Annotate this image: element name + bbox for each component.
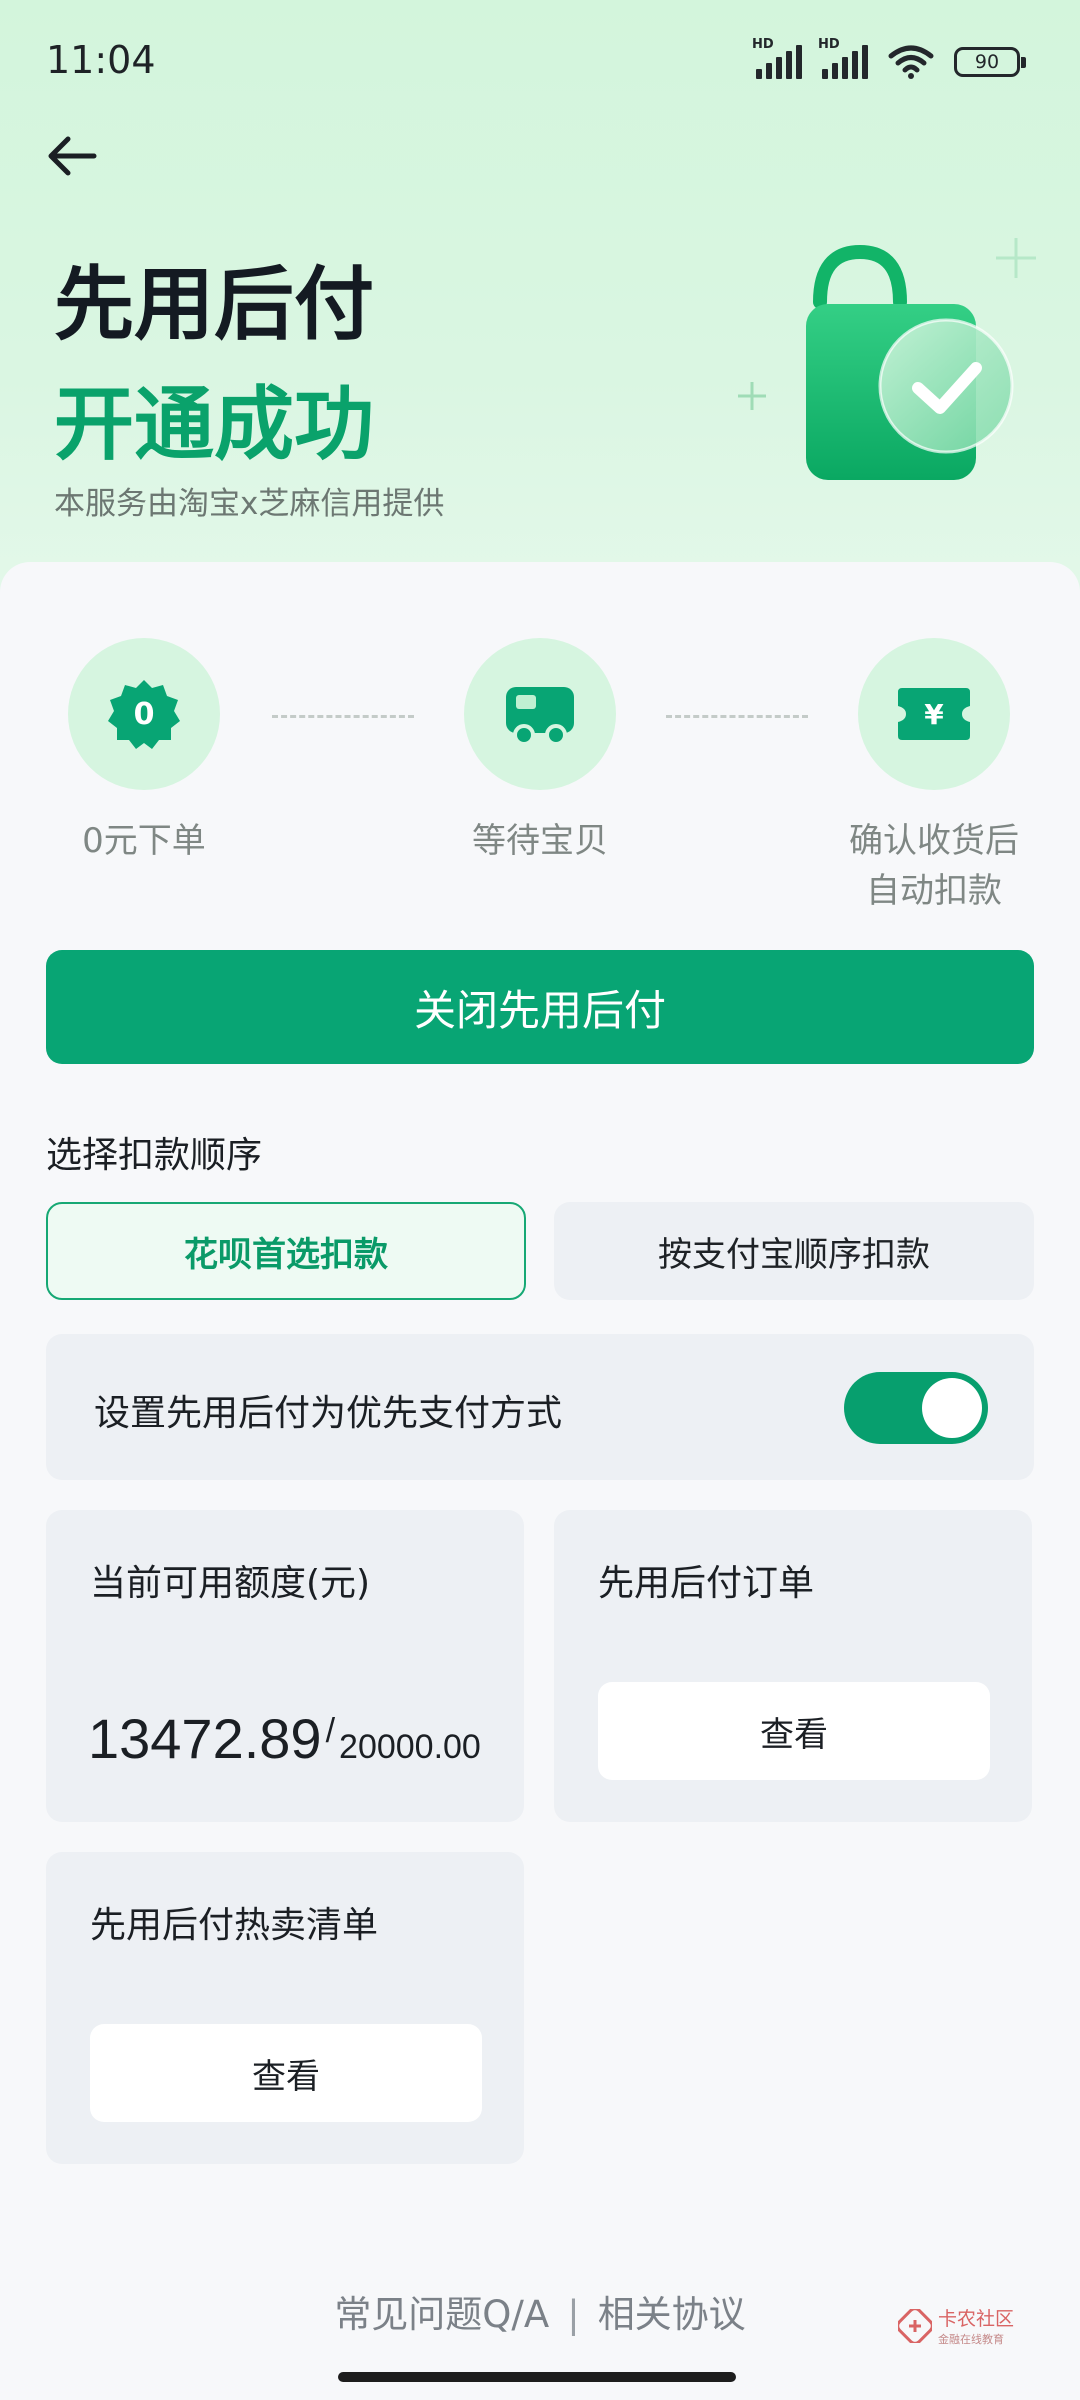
watermark-subtitle: 金融在线教育 [938, 2333, 1004, 2346]
page-title: 先用后付 [54, 258, 374, 351]
success-title: 开通成功 [54, 378, 374, 471]
hot-list-card: 先用后付热卖清单 查看 [46, 1852, 524, 2164]
step-label: 确认收货后 自动扣款 [844, 816, 1024, 916]
signal-icon: HD [818, 37, 868, 79]
battery-level: 90 [974, 51, 1000, 73]
status-time: 11:04 [46, 38, 156, 82]
preferred-payment-row: 设置先用后付为优先支付方式 [46, 1334, 1034, 1480]
svg-text:0: 0 [134, 697, 155, 732]
orders-card: 先用后付订单 查看 [554, 1510, 1032, 1822]
step-waiting: 等待宝贝 [464, 638, 616, 866]
step-label: 等待宝贝 [472, 821, 608, 861]
home-indicator[interactable] [338, 2372, 736, 2382]
yuan-ticket-icon: ¥ [898, 688, 970, 740]
orders-title: 先用后付订单 [598, 1563, 815, 1604]
battery-icon: 90 [954, 47, 1026, 77]
step-label: 0元下单 [82, 821, 206, 861]
option-huabei-first[interactable]: 花呗首选扣款 [46, 1202, 526, 1300]
deduction-order-title: 选择扣款顺序 [46, 1135, 263, 1176]
delivery-truck-icon [506, 687, 574, 746]
hot-list-title: 先用后付热卖清单 [90, 1905, 379, 1946]
preferred-payment-toggle[interactable] [844, 1372, 988, 1444]
watermark-title: 卡农社区 [938, 2308, 1015, 2330]
svg-text:¥: ¥ [924, 698, 944, 731]
option-alipay-order[interactable]: 按支付宝顺序扣款 [554, 1202, 1034, 1300]
step-auto-deduct: ¥ 确认收货后 自动扣款 [844, 638, 1024, 916]
credit-amount: 13472.89/20000.00 [88, 1706, 481, 1771]
signal-icon: HD [752, 37, 802, 79]
step-circle: ¥ [858, 638, 1010, 790]
watermark: 卡农社区 金融在线教育 [898, 2304, 1014, 2347]
watermark-logo-icon [898, 2308, 932, 2343]
back-arrow-icon[interactable] [42, 124, 106, 188]
status-icons: HD HD 90 [752, 37, 1026, 82]
close-pay-later-button[interactable]: 关闭先用后付 [46, 950, 1034, 1064]
zero-badge-icon: 0 [108, 680, 180, 749]
step-connector [666, 715, 808, 718]
wifi-icon [888, 45, 934, 79]
step-circle: 0 [68, 638, 220, 790]
step-connector [272, 715, 414, 718]
faq-link[interactable]: 常见问题Q/A [334, 2293, 549, 2336]
shopping-bag-check-icon [738, 238, 1036, 480]
credit-limit-title: 当前可用额度(元) [90, 1563, 371, 1604]
credit-limit-card: 当前可用额度(元) 13472.89/20000.00 [46, 1510, 524, 1822]
toggle-knob [922, 1378, 982, 1438]
step-label-line1: 确认收货后 [849, 821, 1019, 861]
agreement-link[interactable]: 相关协议 [598, 2293, 746, 2336]
total-amount: 20000.00 [339, 1728, 481, 1766]
step-zero-order: 0 0元下单 [68, 638, 220, 866]
amount-separator: / [325, 1712, 336, 1750]
provider-subtitle: 本服务由淘宝x芝麻信用提供 [54, 486, 445, 522]
footer-separator: | [567, 2293, 580, 2336]
step-label-line2: 自动扣款 [866, 871, 1002, 911]
status-bar: 11:04 HD HD 90 [0, 0, 1080, 120]
view-orders-button[interactable]: 查看 [598, 1682, 990, 1780]
preferred-payment-label: 设置先用后付为优先支付方式 [94, 1393, 563, 1434]
step-circle [464, 638, 616, 790]
view-hot-list-button[interactable]: 查看 [90, 2024, 482, 2122]
available-amount: 13472.89 [88, 1707, 322, 1770]
